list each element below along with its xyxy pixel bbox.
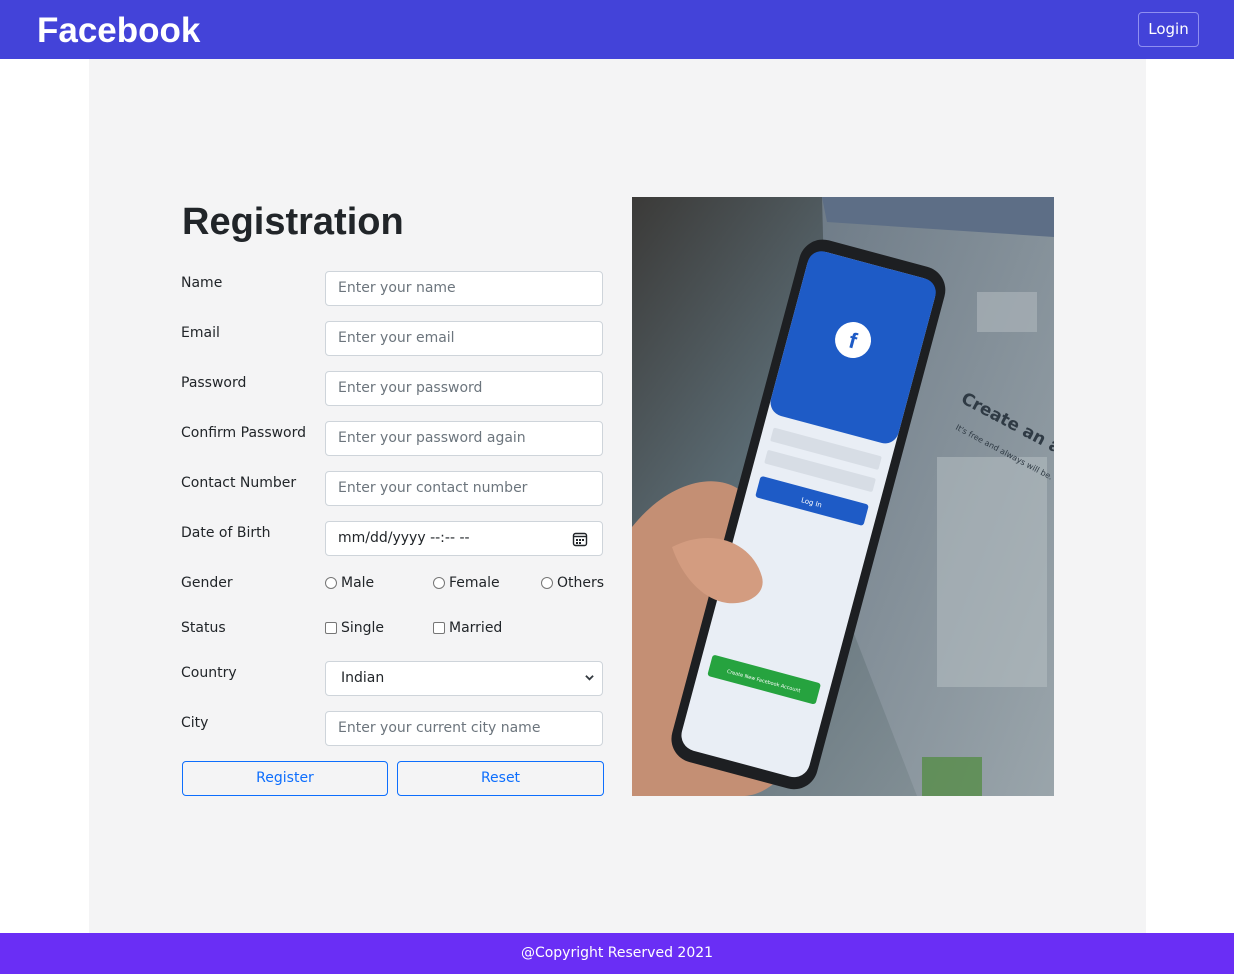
- brand-logo[interactable]: Facebook: [37, 10, 200, 52]
- password-input[interactable]: Enter your password: [325, 371, 603, 406]
- chevron-down-icon: [585, 675, 594, 681]
- gender-option-female[interactable]: Female: [433, 574, 500, 592]
- city-placeholder: Enter your current city name: [338, 720, 541, 736]
- others-radio[interactable]: [541, 577, 553, 589]
- female-radio[interactable]: [433, 577, 445, 589]
- phone-with-facebook-signup-photo: Create an account It's free and always w…: [632, 197, 1054, 796]
- password-label: Password: [181, 375, 247, 391]
- gender-option-label: Others: [557, 575, 605, 591]
- gender-option-others[interactable]: Others: [541, 574, 604, 592]
- status-option-label: Single: [341, 620, 385, 636]
- gender-option-label: Female: [449, 575, 500, 591]
- email-placeholder: Enter your email: [338, 330, 455, 346]
- gender-option-label: Male: [341, 575, 375, 591]
- status-label: Status: [181, 620, 226, 636]
- footer: @Copyright Reserved 2021: [0, 933, 1234, 974]
- city-input[interactable]: Enter your current city name: [325, 711, 603, 746]
- confirm-password-input[interactable]: Enter your password again: [325, 421, 603, 456]
- city-label: City: [181, 715, 209, 731]
- login-button[interactable]: Login: [1138, 12, 1199, 47]
- calendar-icon[interactable]: [572, 531, 588, 547]
- register-button[interactable]: Register: [182, 761, 388, 796]
- date-of-birth-placeholder: mm/dd/yyyy --:-- --: [338, 530, 470, 546]
- navbar: Facebook Login: [0, 0, 1234, 59]
- reset-button[interactable]: Reset: [397, 761, 604, 796]
- date-of-birth-label: Date of Birth: [181, 525, 271, 541]
- country-select[interactable]: Indian: [325, 661, 603, 696]
- page-title: Registration: [182, 201, 404, 243]
- hero-illustration: Create an account It's free and always w…: [632, 197, 1054, 796]
- country-label: Country: [181, 665, 237, 681]
- single-checkbox[interactable]: [325, 622, 337, 634]
- male-radio[interactable]: [325, 577, 337, 589]
- status-option-label: Married: [449, 620, 503, 636]
- confirm-password-label: Confirm Password: [181, 425, 307, 441]
- contact-number-input[interactable]: Enter your contact number: [325, 471, 603, 506]
- country-selected-value: Indian: [341, 670, 385, 686]
- confirm-password-placeholder: Enter your password again: [338, 430, 526, 446]
- registration-page: Facebook Login Registration Name Enter y…: [0, 0, 1234, 974]
- status-option-single[interactable]: Single: [325, 619, 384, 637]
- married-checkbox[interactable]: [433, 622, 445, 634]
- email-label: Email: [181, 325, 220, 341]
- name-placeholder: Enter your name: [338, 280, 456, 296]
- status-option-married[interactable]: Married: [433, 619, 502, 637]
- gender-label: Gender: [181, 575, 233, 591]
- name-label: Name: [181, 275, 223, 291]
- password-placeholder: Enter your password: [338, 380, 483, 396]
- email-input[interactable]: Enter your email: [325, 321, 603, 356]
- date-of-birth-input[interactable]: mm/dd/yyyy --:-- --: [325, 521, 603, 556]
- name-input[interactable]: Enter your name: [325, 271, 603, 306]
- gender-option-male[interactable]: Male: [325, 574, 374, 592]
- contact-number-placeholder: Enter your contact number: [338, 480, 528, 496]
- contact-number-label: Contact Number: [181, 475, 297, 491]
